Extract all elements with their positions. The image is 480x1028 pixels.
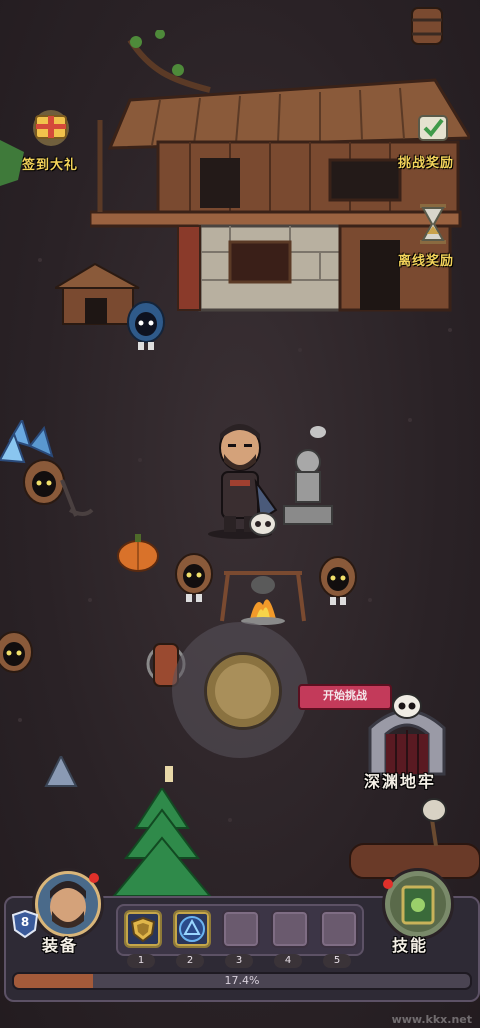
offline-reward[interactable]: 离线奖励 [396,204,478,269]
blue-hooded-minion[interactable] [126,300,166,354]
watermark: www.kkx.net [391,1013,472,1026]
wooden-house[interactable] [90,30,470,320]
slot-number: 1 [127,954,155,968]
leaf-decoration [0,140,24,186]
slot-number: 2 [176,954,204,968]
level-badge: 8 [12,910,38,938]
skill-slot-5[interactable] [320,910,358,948]
skills-button[interactable] [382,868,454,940]
slot-number: 4 [274,954,302,968]
skills-label: 技能 [392,936,429,955]
dungeon-name: 深渊地牢 [364,772,437,791]
notification-dot [383,879,393,889]
barrel [411,7,443,45]
brown-hooded-minion[interactable] [174,552,214,606]
progress-text: 17.4% [224,974,260,987]
level-number: 8 [20,915,30,929]
skull-decoration [249,512,277,536]
skill-slot-1[interactable] [124,910,162,948]
sign-in-reward-label: 签到大礼 [22,158,79,173]
crystal-miner-minion[interactable] [0,420,100,520]
skill-slot-2[interactable] [173,910,211,948]
equipment-button[interactable] [32,868,104,940]
brown-hooded-minion[interactable] [318,555,358,609]
magic-circle-icon [179,916,205,942]
challenge-reward[interactable]: 挑战奖励 [396,112,478,172]
candle [165,766,173,782]
checkmark-scroll-icon [418,115,448,141]
gift-scroll-icon [33,110,69,146]
brown-hooded-minion[interactable] [0,630,34,686]
skill-slot-4[interactable] [271,910,309,948]
hourglass-icon [420,204,446,244]
challenge-reward-label: 挑战奖励 [398,156,455,171]
skill-slot-3[interactable] [222,910,260,948]
slot-number: 5 [323,954,351,968]
slot-number: 3 [225,954,253,968]
equip-label: 装备 [42,936,79,955]
pine-tree [112,788,212,897]
pumpkin [117,534,159,572]
campfire [220,571,306,625]
spellbook-icon [390,876,446,932]
skull-gate-icon[interactable] [362,688,452,778]
offline-reward-label: 离线奖励 [398,254,455,269]
joystick-knob[interactable] [204,652,282,730]
knight-statue [283,426,333,525]
game-scene: 签到大礼 挑战奖励 离线奖励 开始挑战 深渊地牢 8 装备 技能 1 2 3 4… [0,0,480,1028]
shield-icon [130,916,156,943]
sign-in-reward[interactable]: 签到大礼 [14,108,94,174]
notification-dot [89,873,99,883]
virtual-joystick[interactable] [172,622,308,758]
crystal-rock [44,756,78,787]
